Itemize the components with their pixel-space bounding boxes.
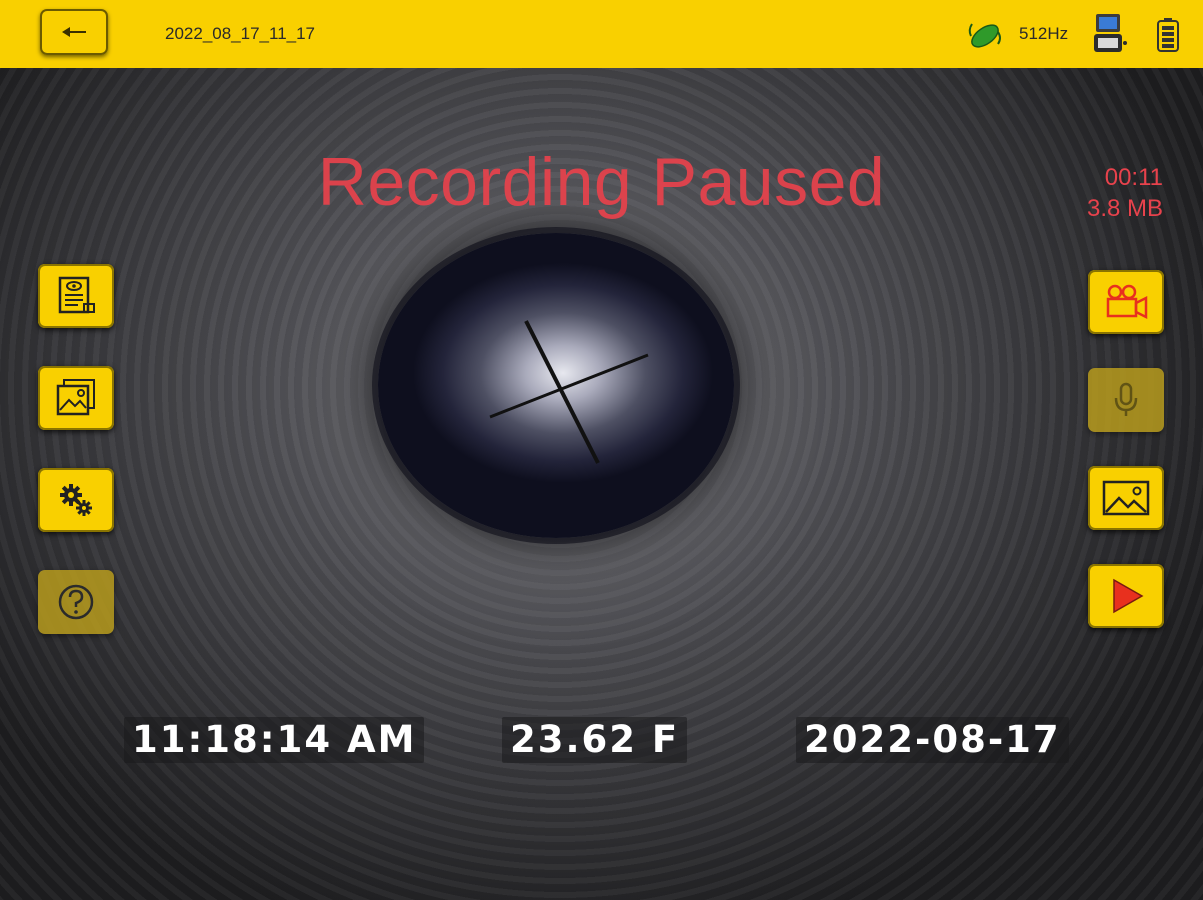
file-name: 2022_08_17_11_17 <box>165 24 316 43</box>
report-icon <box>58 276 95 314</box>
recording-status: Recording Paused <box>317 144 886 220</box>
crosshair <box>489 320 649 464</box>
battery-icon <box>1157 18 1179 52</box>
distance-counter: 23.62 F <box>502 717 688 763</box>
frequency-label: 512Hz <box>1019 24 1069 43</box>
play-button[interactable] <box>1088 564 1164 628</box>
date-stamp: 2022-08-17 <box>796 717 1069 763</box>
microphone-button[interactable] <box>1088 368 1164 432</box>
report-button[interactable] <box>38 264 114 328</box>
top-bar: 2022_08_17_11_17 512Hz <box>0 0 1203 68</box>
back-arrow-icon <box>62 27 86 37</box>
recording-stats: 00:11 3.8 MB <box>1087 162 1163 224</box>
recording-size: 3.8 MB <box>1086 195 1163 222</box>
settings-icon <box>60 484 92 516</box>
help-icon <box>58 584 94 620</box>
device-icon <box>1094 14 1127 52</box>
video-record-button[interactable] <box>1088 270 1164 334</box>
play-icon <box>1113 578 1144 614</box>
settings-button[interactable] <box>38 468 114 532</box>
sonde-icon <box>968 23 1001 48</box>
microphone-icon <box>1114 382 1138 416</box>
back-button[interactable] <box>40 9 108 55</box>
gallery-button[interactable] <box>38 366 114 430</box>
photo-icon <box>1102 480 1150 516</box>
video-camera-icon <box>1106 284 1148 320</box>
photo-button[interactable] <box>1088 466 1164 530</box>
pipe-opening <box>378 233 734 538</box>
recording-elapsed: 00:11 <box>1104 164 1163 191</box>
gallery-icon <box>56 379 95 416</box>
time-stamp: 11:18:14 AM <box>124 717 425 763</box>
help-button[interactable] <box>38 570 114 634</box>
